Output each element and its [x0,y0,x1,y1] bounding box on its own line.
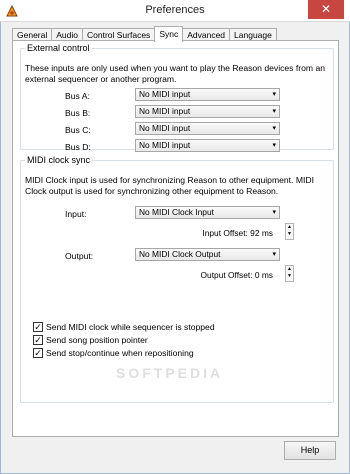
clock-output-select[interactable]: No MIDI Clock Output ▾ [135,248,280,261]
bus-d-select[interactable]: No MIDI input ▾ [135,139,280,152]
window-title: Preferences [145,4,205,16]
input-offset-label: Input Offset: 92 ms [202,228,273,238]
clock-input-label: Input: [65,209,87,219]
external-control-description: These inputs are only used when you want… [25,63,326,84]
option-label: Send MIDI clock while sequencer is stopp… [46,322,215,332]
option-label: Send song position pointer [46,335,148,345]
bus-d-value: No MIDI input [139,140,191,150]
chevron-down-icon: ▾ [272,251,276,258]
bus-a-label: Bus A: [65,91,90,101]
clock-output-label: Output: [65,251,94,261]
output-offset-spinner[interactable]: ▲ ▼ [285,265,294,282]
chevron-down-icon: ▾ [272,209,276,216]
help-button[interactable]: Help [284,441,336,460]
spin-up-icon[interactable]: ▲ [286,266,293,273]
external-control-group: External control These inputs are only u… [20,43,334,152]
option-send-song-position[interactable]: ✓ Send song position pointer [33,335,148,345]
chevron-down-icon: ▾ [272,142,276,149]
bus-c-value: No MIDI input [139,123,191,133]
midi-clock-group: MIDI clock sync MIDI Clock input is used… [20,155,334,403]
clock-output-value: No MIDI Clock Output [139,249,221,259]
chevron-down-icon: ▾ [272,91,276,98]
option-send-stop-continue[interactable]: ✓ Send stop/continue when repositioning [33,348,194,358]
checkbox-checked[interactable]: ✓ [33,348,43,358]
bus-b-select[interactable]: No MIDI input ▾ [135,105,280,118]
input-offset-spinner[interactable]: ▲ ▼ [285,223,294,240]
chevron-down-icon: ▾ [272,108,276,115]
sync-panel: External control These inputs are only u… [12,40,339,437]
clock-input-value: No MIDI Clock Input [139,207,214,217]
spin-down-icon[interactable]: ▼ [286,231,293,238]
spin-down-icon[interactable]: ▼ [286,273,293,280]
bus-a-select[interactable]: No MIDI input ▾ [135,88,280,101]
bus-c-label: Bus C: [65,125,91,135]
midi-clock-title: MIDI clock sync [27,155,91,165]
bus-b-value: No MIDI input [139,106,191,116]
tab-bar: General Audio Control Surfaces Sync Adva… [12,26,277,42]
output-offset-label: Output Offset: 0 ms [200,270,273,280]
title-bar: Preferences ✕ [0,0,350,22]
bus-a-value: No MIDI input [139,89,191,99]
spin-up-icon[interactable]: ▲ [286,224,293,231]
checkbox-checked[interactable]: ✓ [33,322,43,332]
midi-clock-description: MIDI Clock input is used for synchronizi… [25,175,314,196]
chevron-down-icon: ▾ [272,125,276,132]
close-button[interactable]: ✕ [308,0,344,19]
option-send-clock-stopped[interactable]: ✓ Send MIDI clock while sequencer is sto… [33,322,215,332]
bus-b-label: Bus B: [65,108,91,118]
watermark: SOFTPEDIA [116,365,224,381]
tab-sync[interactable]: Sync [154,26,184,42]
bus-c-select[interactable]: No MIDI input ▾ [135,122,280,135]
clock-input-select[interactable]: No MIDI Clock Input ▾ [135,206,280,219]
bus-d-label: Bus D: [65,142,91,152]
option-label: Send stop/continue when repositioning [46,348,194,358]
checkbox-checked[interactable]: ✓ [33,335,43,345]
external-control-title: External control [27,43,90,53]
